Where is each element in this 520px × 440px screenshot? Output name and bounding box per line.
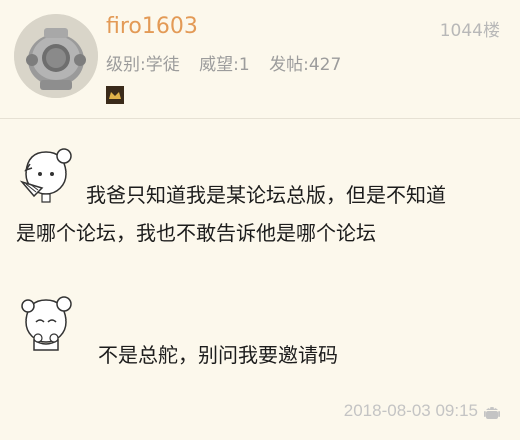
user-prestige: 威望:1 bbox=[199, 55, 250, 75]
sticker-girl-shy bbox=[16, 290, 82, 352]
message-2-line-1: 不是总舵，别问我要邀请码 bbox=[98, 343, 338, 367]
avatar[interactable] bbox=[14, 14, 98, 98]
user-post-count: 发帖:427 bbox=[269, 55, 342, 75]
message-1-line-2: 是哪个论坛，我也不敢告诉他是哪个论坛 bbox=[16, 221, 376, 245]
rank-badge-icon bbox=[106, 86, 124, 104]
post-timestamp: 2018-08-03 09:15 bbox=[343, 401, 478, 420]
user-level: 级别:学徒 bbox=[106, 55, 180, 75]
message-1-line-1: 我爸只知道我是某论坛总版，但是不知道 bbox=[86, 183, 446, 207]
username[interactable]: firo1603 bbox=[106, 14, 198, 39]
floor-number: 1044楼 bbox=[439, 21, 500, 41]
divider bbox=[0, 118, 520, 119]
user-meta: 级别:学徒 威望:1 发帖:427 bbox=[106, 50, 355, 75]
diving-helmet-avatar bbox=[14, 14, 98, 98]
android-icon bbox=[484, 403, 500, 421]
sticker-girl-fan bbox=[16, 144, 82, 206]
